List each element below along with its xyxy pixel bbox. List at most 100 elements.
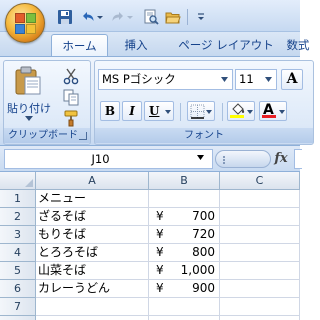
font-color-button[interactable]: A	[259, 101, 287, 121]
cell-b8[interactable]	[149, 316, 220, 320]
chevron-down-icon	[247, 110, 253, 114]
toolbar-separator	[222, 103, 223, 121]
clipboard-group-label: クリップボード	[4, 128, 90, 143]
cell-c6[interactable]	[220, 280, 300, 298]
cell-a8[interactable]	[36, 316, 149, 320]
formula-bar: J10 fx	[0, 146, 302, 172]
row-header[interactable]: 8	[0, 316, 36, 320]
cell-b7[interactable]	[149, 298, 220, 316]
clipboard-group: 貼り付け クリップボード	[3, 60, 91, 145]
cell-c1[interactable]	[220, 190, 300, 208]
font-group-label: フォント	[95, 128, 313, 143]
cell-c7[interactable]	[220, 298, 300, 316]
tab-formulas[interactable]: 数式	[283, 34, 313, 56]
undo-dropdown-icon[interactable]	[96, 9, 104, 25]
tab-home[interactable]: ホーム	[51, 34, 108, 56]
font-group: MS Pゴシック 11 A B I U A フォント	[94, 60, 314, 145]
cut-icon[interactable]	[62, 67, 80, 85]
grow-font-button[interactable]: A	[281, 69, 303, 90]
chevron-down-icon	[25, 116, 33, 121]
currency-symbol: ¥	[156, 245, 164, 259]
borders-icon	[190, 104, 205, 119]
redo-icon[interactable]	[110, 9, 126, 25]
chevron-down-icon	[206, 110, 212, 114]
save-icon[interactable]	[57, 9, 73, 25]
borders-button[interactable]	[187, 101, 215, 121]
row-header[interactable]: 2	[0, 208, 36, 226]
paste-button[interactable]: 貼り付け	[7, 64, 51, 124]
office-logo-icon	[15, 13, 37, 35]
format-painter-icon[interactable]	[62, 109, 80, 127]
cell-c4[interactable]	[220, 244, 300, 262]
cell-b6[interactable]: ¥ 900	[149, 280, 220, 298]
price-value: 900	[192, 281, 215, 295]
cell-a4[interactable]: とろろそば	[36, 244, 149, 262]
bold-button[interactable]: B	[100, 101, 120, 121]
currency-symbol: ¥	[156, 209, 164, 223]
tab-insert[interactable]: 挿入	[118, 34, 154, 56]
cell-c5[interactable]	[220, 262, 300, 280]
toolbar-separator	[180, 103, 181, 121]
cell-c3[interactable]	[220, 226, 300, 244]
row-header[interactable]: 7	[0, 298, 36, 316]
paste-label: 貼り付け	[7, 102, 51, 115]
select-all-icon	[25, 179, 33, 187]
cell-b5[interactable]: ¥ 1,000	[149, 262, 220, 280]
row-header[interactable]: 4	[0, 244, 36, 262]
fill-color-button[interactable]	[227, 101, 255, 121]
price-value: 700	[192, 209, 215, 223]
currency-symbol: ¥	[156, 227, 164, 241]
cell-a2[interactable]: ざるそば	[36, 208, 149, 226]
ribbon-tabs: ホーム 挿入 ページ レイアウト 数式	[0, 32, 310, 56]
grip-icon	[223, 156, 225, 164]
chevron-down-icon[interactable]	[197, 155, 204, 160]
row-header[interactable]: 5	[0, 262, 36, 280]
underline-label: U	[149, 104, 160, 118]
cell-a6[interactable]: カレーうどん	[36, 280, 149, 298]
ribbon-panel: 貼り付け クリップボード MS Pゴシック 11 A B I U A フォント	[0, 56, 314, 146]
paste-icon	[15, 66, 41, 95]
cell-a7[interactable]	[36, 298, 149, 316]
dialog-launcher-icon[interactable]	[79, 132, 87, 140]
fill-color-swatch	[230, 115, 244, 118]
redo-dropdown-icon[interactable]	[126, 9, 134, 25]
italic-button[interactable]: I	[122, 101, 142, 121]
cell-b3[interactable]: ¥ 720	[149, 226, 220, 244]
cell-a1[interactable]: メニュー	[36, 190, 149, 208]
price-value: 800	[192, 245, 215, 259]
tab-page-layout[interactable]: ページ レイアウト	[168, 34, 284, 56]
cell-c2[interactable]	[220, 208, 300, 226]
cell-a3[interactable]: もりそば	[36, 226, 149, 244]
row-header[interactable]: 1	[0, 190, 36, 208]
cell-b4[interactable]: ¥ 800	[149, 244, 220, 262]
chevron-down-icon[interactable]	[265, 77, 272, 82]
cell-b2[interactable]: ¥ 700	[149, 208, 220, 226]
copy-icon[interactable]	[62, 88, 80, 106]
chevron-down-icon	[165, 110, 171, 114]
select-all-button[interactable]	[0, 172, 36, 190]
title-bar	[0, 0, 300, 43]
cell-b1[interactable]	[149, 190, 220, 208]
column-header-c[interactable]: C	[220, 172, 300, 190]
insert-function-button[interactable]: fx	[268, 149, 294, 169]
formula-input[interactable]	[294, 149, 302, 169]
font-name-combobox[interactable]: MS Pゴシック	[98, 69, 233, 90]
undo-icon[interactable]	[80, 9, 96, 25]
toolbar-separator	[187, 9, 188, 25]
column-header-b[interactable]: B	[149, 172, 220, 190]
currency-symbol: ¥	[156, 263, 164, 277]
name-box[interactable]: J10	[4, 149, 213, 169]
row-header[interactable]: 6	[0, 280, 36, 298]
formula-bar-resize-handle[interactable]	[215, 150, 271, 168]
underline-button[interactable]: U	[144, 101, 174, 121]
office-button[interactable]	[5, 3, 45, 43]
customize-icon[interactable]	[196, 9, 206, 25]
currency-symbol: ¥	[156, 281, 164, 295]
cell-a5[interactable]: 山菜そば	[36, 262, 149, 280]
column-header-a[interactable]: A	[36, 172, 149, 190]
row-header[interactable]: 3	[0, 226, 36, 244]
print-preview-icon[interactable]	[143, 9, 159, 25]
chevron-down-icon[interactable]	[221, 77, 228, 82]
open-folder-icon[interactable]	[165, 9, 181, 25]
cell-c8[interactable]	[220, 316, 300, 320]
